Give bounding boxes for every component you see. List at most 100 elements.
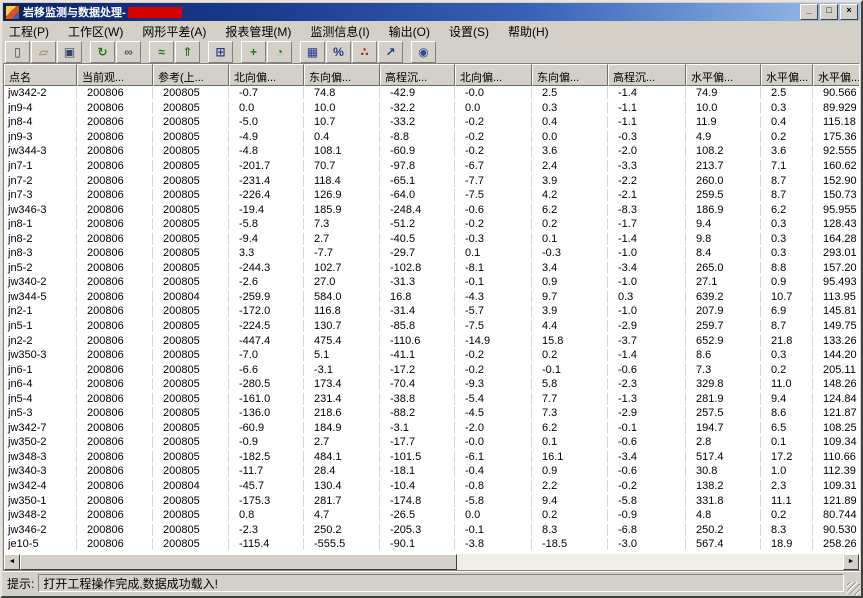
menu-item-workspace[interactable]: 工作区(W): [62, 22, 129, 41]
save-button[interactable]: ▣: [57, 41, 82, 63]
menu-item-reports[interactable]: 报表管理(M): [219, 22, 297, 41]
table-cell: 331.8: [686, 495, 761, 507]
table-cell: -0.6: [455, 204, 532, 216]
table-row[interactable]: jn8-2200806200805-9.42.7-40.5-0.30.1-1.4…: [4, 231, 859, 246]
table-row[interactable]: jn5-1200806200805-224.5130.7-85.8-7.54.4…: [4, 319, 859, 334]
table-row[interactable]: jn8-1200806200805-5.87.3-51.2-0.20.2-1.7…: [4, 217, 859, 232]
table-row[interactable]: jn7-2200806200805-231.4118.4-65.1-7.73.9…: [4, 173, 859, 188]
search-button[interactable]: ∞: [116, 41, 141, 63]
about-globe-button[interactable]: ◉: [411, 41, 436, 63]
table-cell: 148.26: [813, 378, 859, 390]
table-cell: 200805: [153, 233, 229, 245]
column-header[interactable]: 北向偏...: [455, 64, 532, 86]
percent-chart-button[interactable]: %: [326, 41, 351, 63]
table-row[interactable]: jn6-1200806200805-6.6-3.1-17.2-0.2-0.1-0…: [4, 362, 859, 377]
open-project-button[interactable]: ▱: [31, 41, 56, 63]
table-row[interactable]: jw340-2200806200805-2.627.0-31.3-0.10.9-…: [4, 275, 859, 290]
scatter-chart-button[interactable]: ∴: [352, 41, 377, 63]
table-cell: 124.84: [813, 393, 859, 405]
table-cell: 200805: [153, 436, 229, 448]
table-row[interactable]: jn5-3200806200805-136.0218.6-88.2-4.57.3…: [4, 406, 859, 421]
column-header[interactable]: 当前观...: [77, 64, 153, 86]
column-header[interactable]: 东向偏...: [304, 64, 380, 86]
table-row[interactable]: jn8-32008062008053.3-7.7-29.70.1-0.3-1.0…: [4, 246, 859, 261]
bar-chart-button[interactable]: ▦: [300, 41, 325, 63]
column-header[interactable]: 水平偏...: [813, 64, 860, 86]
maximize-button[interactable]: □: [820, 4, 838, 20]
menu-item-output[interactable]: 输出(O): [383, 22, 436, 41]
title-bar[interactable]: 岩移监测与数据处理- _ □ ×: [3, 3, 860, 21]
table-row[interactable]: jw346-2200806200805-2.3250.2-205.3-0.18.…: [4, 522, 859, 537]
table-row[interactable]: jn2-2200806200805-447.4475.4-110.6-14.91…: [4, 333, 859, 348]
table-cell: -1.4: [608, 349, 686, 361]
scatter-chart-icon: ∴: [360, 46, 368, 58]
menu-item-monitor[interactable]: 监测信息(I): [304, 22, 375, 41]
table-row[interactable]: je10-5200806200805-115.4-555.5-90.1-3.8-…: [4, 537, 859, 552]
scroll-left-arrow-icon[interactable]: ◄: [4, 554, 20, 570]
menu-item-settings[interactable]: 设置(S): [443, 22, 495, 41]
column-header[interactable]: 北向偏...: [229, 64, 304, 86]
scroll-right-arrow-icon[interactable]: ►: [843, 554, 859, 570]
column-header[interactable]: 高程沉...: [380, 64, 455, 86]
table-row[interactable]: jw342-7200806200805-60.9184.9-3.1-2.06.2…: [4, 421, 859, 436]
table-cell: -2.9: [608, 320, 686, 332]
table-cell: 2.8: [686, 436, 761, 448]
table-row[interactable]: jw344-3200806200805-4.8108.1-60.9-0.23.6…: [4, 144, 859, 159]
open-project-icon: ▱: [39, 46, 48, 58]
table-cell: 152.90: [813, 175, 859, 187]
table-row[interactable]: jw342-4200806200804-45.7130.4-10.4-0.82.…: [4, 479, 859, 494]
table-row[interactable]: jn7-3200806200805-226.4126.9-64.0-7.54.2…: [4, 188, 859, 203]
table-row[interactable]: jw350-3200806200805-7.05.1-41.1-0.20.2-1…: [4, 348, 859, 363]
table-row[interactable]: jn9-3200806200805-4.90.4-8.8-0.20.0-0.34…: [4, 130, 859, 145]
table-cell: 0.3: [761, 247, 813, 259]
table-row[interactable]: jw348-3200806200805-182.5484.1-101.5-6.1…: [4, 450, 859, 465]
new-project-button[interactable]: ▯: [5, 41, 30, 63]
menu-item-project[interactable]: 工程(P): [3, 22, 55, 41]
table-cell: -3.3: [608, 160, 686, 172]
table-cell: 121.89: [813, 495, 859, 507]
table-row[interactable]: jn5-2200806200805-244.3102.7-102.8-8.13.…: [4, 261, 859, 276]
add-record-button[interactable]: +: [241, 41, 266, 63]
level-route-button[interactable]: ≈: [149, 41, 174, 63]
table-row[interactable]: jw340-3200806200805-11.728.4-18.1-0.40.9…: [4, 464, 859, 479]
table-row[interactable]: jw350-1200806200805-175.3281.7-174.8-5.8…: [4, 493, 859, 508]
table-cell: 0.1: [455, 247, 532, 259]
table-cell: 0.2: [761, 509, 813, 521]
table-row[interactable]: jw344-5200806200804-259.9584.016.8-4.39.…: [4, 290, 859, 305]
history-button[interactable]: ◔: [267, 41, 292, 63]
data-grid-button[interactable]: ⊞: [208, 41, 233, 63]
minimize-button[interactable]: _: [800, 4, 818, 20]
trend-chart-button[interactable]: ↗: [378, 41, 403, 63]
table-row[interactable]: jw350-2200806200805-0.92.7-17.7-0.00.1-0…: [4, 435, 859, 450]
table-cell: -2.3: [229, 524, 304, 536]
horizontal-scrollbar[interactable]: ◄ ►: [4, 554, 859, 570]
close-button[interactable]: ×: [840, 4, 858, 20]
scrollbar-thumb[interactable]: [20, 554, 457, 570]
resize-grip[interactable]: [847, 582, 860, 595]
table-row[interactable]: jn9-42008062008050.010.0-32.20.00.3-1.11…: [4, 101, 859, 116]
menu-item-adjustment[interactable]: 网形平差(A): [136, 22, 212, 41]
column-header[interactable]: 水平偏...: [686, 64, 761, 86]
table-row[interactable]: jn8-4200806200805-5.010.7-33.2-0.20.4-1.…: [4, 115, 859, 130]
column-header[interactable]: 参考(上...: [153, 64, 229, 86]
table-row[interactable]: jn5-4200806200805-161.0231.4-38.8-5.47.7…: [4, 391, 859, 406]
upload-data-button[interactable]: ⇑: [175, 41, 200, 63]
column-header[interactable]: 东向偏...: [532, 64, 608, 86]
column-header[interactable]: 点名: [4, 64, 77, 86]
table-row[interactable]: jw346-3200806200805-19.4185.9-248.4-0.66…: [4, 202, 859, 217]
menu-item-help[interactable]: 帮助(H): [502, 22, 555, 41]
table-row[interactable]: jn7-1200806200805-201.770.7-97.8-6.72.4-…: [4, 159, 859, 174]
refresh-button[interactable]: ↻: [90, 41, 115, 63]
level-route-icon: ≈: [158, 46, 165, 58]
table-cell: 121.87: [813, 407, 859, 419]
table-cell: 0.9: [532, 276, 608, 288]
table-row[interactable]: jw342-2200806200805-0.774.8-42.9-0.02.5-…: [4, 86, 859, 101]
table-row[interactable]: jw348-22008062008050.84.7-26.50.00.2-0.9…: [4, 508, 859, 523]
table-cell: 0.0: [532, 131, 608, 143]
column-header[interactable]: 高程沉...: [608, 64, 686, 86]
table-row[interactable]: jn2-1200806200805-172.0116.8-31.4-5.73.9…: [4, 304, 859, 319]
column-header[interactable]: 水平偏...: [761, 64, 813, 86]
table-cell: 160.62: [813, 160, 859, 172]
table-row[interactable]: jn6-4200806200805-280.5173.4-70.4-9.35.8…: [4, 377, 859, 392]
table-cell: 2.2: [532, 480, 608, 492]
